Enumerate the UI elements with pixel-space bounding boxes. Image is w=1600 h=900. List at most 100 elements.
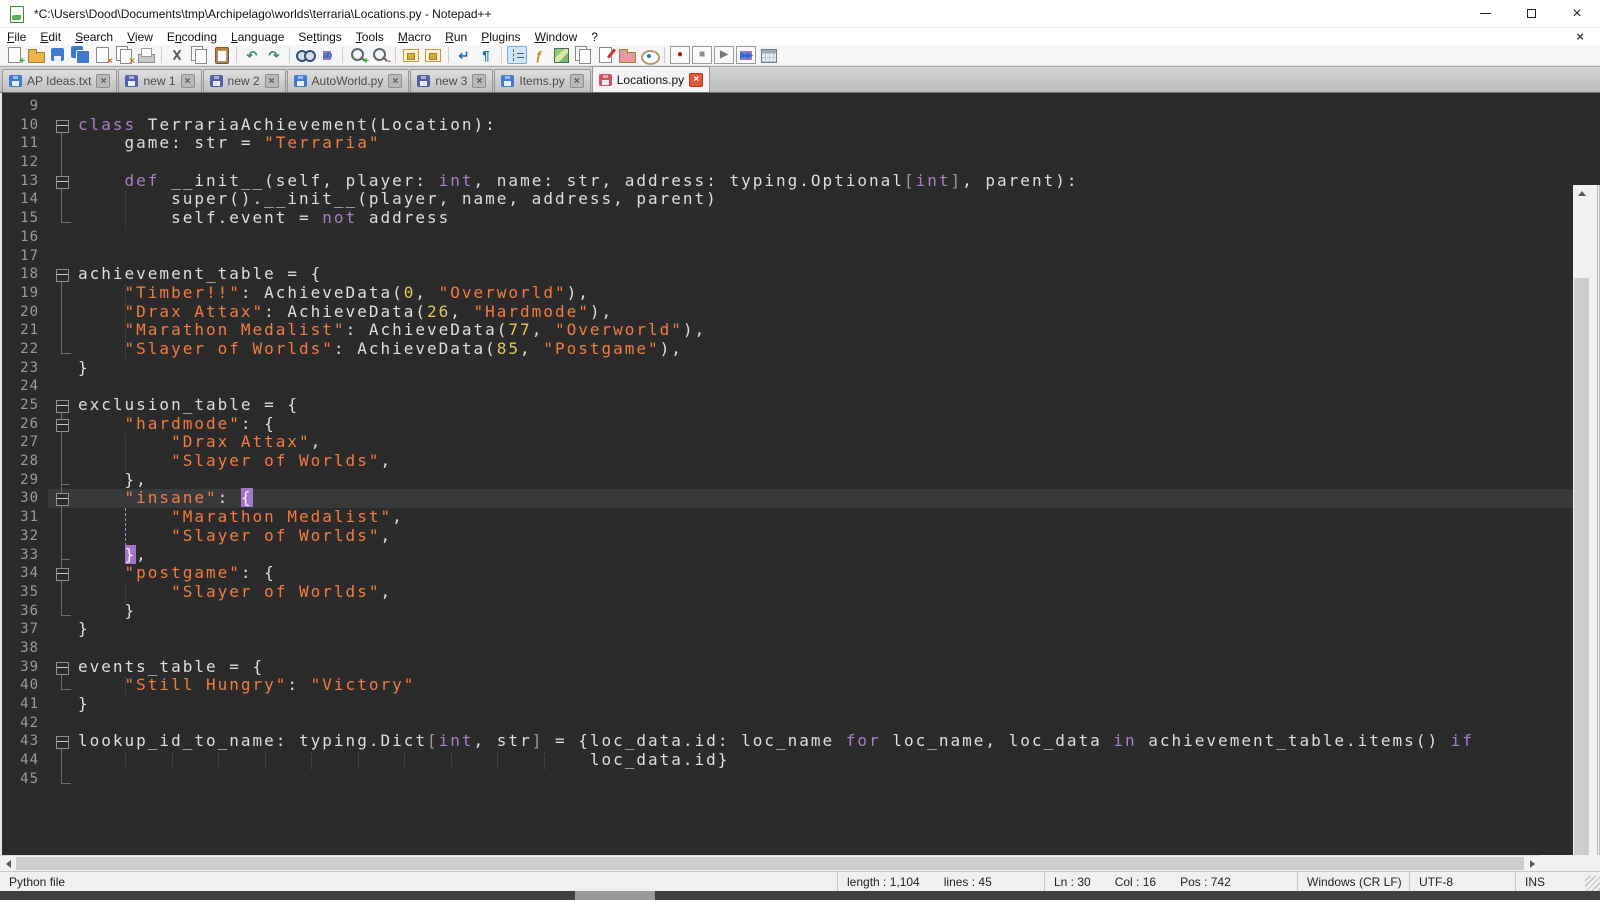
status-insert-mode[interactable]: INS [1516,872,1600,891]
save-icon[interactable] [48,46,68,64]
open-file-icon[interactable] [26,46,46,64]
menu-window[interactable]: Window [528,29,585,45]
code-line[interactable] [78,97,1573,116]
fold-collapse-box[interactable] [48,396,78,415]
fold-collapse-box[interactable] [48,415,78,434]
code-line[interactable]: } [78,695,1573,714]
new-file-icon[interactable]: + [4,46,24,64]
fold-collapse-box[interactable] [48,265,78,284]
tab-new-3[interactable]: new 3× [410,69,493,92]
code-line[interactable] [78,770,1573,789]
code-line[interactable]: super().__init__(player, name, address, … [78,190,1573,209]
close-tab-icon[interactable]: × [181,74,195,88]
scroll-left-arrow[interactable] [0,856,16,872]
tab-locations-py[interactable]: Locations.py× [592,66,710,92]
menu-language[interactable]: Language [224,29,291,45]
code-line[interactable] [78,714,1573,733]
vertical-scrollbar[interactable] [1573,185,1590,900]
maximize-restore-button[interactable] [1508,0,1554,27]
print-icon[interactable] [136,46,156,64]
close-tab-icon[interactable]: × [388,74,402,88]
menu-search[interactable]: Search [68,29,120,45]
cut-icon[interactable] [167,46,187,64]
close-document-icon[interactable]: × [1576,29,1584,44]
macro-play-icon[interactable]: ▶ [714,46,734,64]
code-line[interactable]: "insane": { [78,489,1573,508]
code-line[interactable]: "Marathon Medalist": AchieveData(77, "Ov… [78,321,1573,340]
save-all-icon[interactable] [70,46,90,64]
macro-trigger-icon[interactable] [758,46,778,64]
notepad-plus-plus-icon[interactable] [9,6,25,22]
close-file-icon[interactable]: × [92,46,112,64]
tab-autoworld-py[interactable]: AutoWorld.py× [287,69,410,92]
minimize-button[interactable] [1462,0,1508,27]
close-tab-icon[interactable]: × [96,74,110,88]
paste-icon[interactable] [211,46,231,64]
tab-new-1[interactable]: new 1× [118,69,201,92]
close-tab-icon[interactable]: × [570,74,584,88]
tab-ap-ideas-txt[interactable]: AP Ideas.txt× [2,69,117,92]
tab-new-2[interactable]: new 2× [203,69,286,92]
macro-run-multiple-icon[interactable]: ▶▶ [736,46,756,64]
code-line[interactable]: "Drax Attax": AchieveData(26, "Hardmode"… [78,303,1573,322]
code-line[interactable]: game: str = "Terraria" [78,134,1573,153]
code-line[interactable]: "Drax Attax", [78,433,1573,452]
code-line[interactable]: }, [78,471,1573,490]
code-line[interactable]: } [78,620,1573,639]
menu-help[interactable]: ? [584,29,605,45]
code-line[interactable]: "Timber!!": AchieveData(0, "Overworld"), [78,284,1573,303]
menu-macro[interactable]: Macro [391,29,438,45]
document-list-icon[interactable] [573,46,593,64]
menu-encoding[interactable]: Encoding [160,29,224,45]
menu-settings[interactable]: Settings [291,29,348,45]
word-wrap-icon[interactable]: ↵ [454,46,474,64]
fold-collapse-box[interactable] [48,564,78,583]
code-line[interactable]: "hardmode": { [78,415,1573,434]
code-line[interactable]: loc_data.id} [78,751,1573,770]
code-line[interactable]: "Marathon Medalist", [78,508,1573,527]
zoom-in-icon[interactable]: + [348,46,368,64]
close-tab-icon[interactable]: × [265,74,279,88]
menu-edit[interactable]: Edit [33,29,68,45]
copy-icon[interactable] [189,46,209,64]
close-all-icon[interactable]: × [114,46,134,64]
menu-tools[interactable]: Tools [349,29,391,45]
menu-view[interactable]: View [120,29,160,45]
redo-icon[interactable]: ↷ [264,46,284,64]
fold-collapse-box[interactable] [48,172,78,191]
code-line[interactable]: } [78,602,1573,621]
fold-collapse-box[interactable] [48,116,78,135]
code-line[interactable]: "Still Hungry": "Victory" [78,676,1573,695]
code-line[interactable]: self.event = not address [78,209,1573,228]
code-line[interactable]: }, [78,546,1573,565]
code-line[interactable] [78,639,1573,658]
code-line[interactable] [78,247,1573,266]
find-icon[interactable] [295,46,315,64]
fold-collapse-box[interactable] [48,489,78,508]
macro-stop-icon[interactable]: ■ [692,46,712,64]
document-peek-icon[interactable] [639,46,659,64]
code-area[interactable]: 910class TerrariaAchievement(Location):1… [2,93,1573,855]
resize-grip[interactable] [1585,876,1600,891]
folder-as-workspace-icon[interactable] [617,46,637,64]
replace-icon[interactable]: ab [317,46,337,64]
code-line[interactable] [78,153,1573,172]
code-line[interactable]: events_table = { [78,658,1573,677]
code-line[interactable]: "Slayer of Worlds", [78,583,1573,602]
code-line[interactable]: class TerrariaAchievement(Location): [78,116,1573,135]
menu-plugins[interactable]: Plugins [474,29,527,45]
horizontal-scrollbar-thumb[interactable] [16,857,1524,870]
fold-collapse-box[interactable] [48,658,78,677]
undo-icon[interactable]: ↶ [242,46,262,64]
menu-run[interactable]: Run [438,29,474,45]
code-line[interactable]: achievement_table = { [78,265,1573,284]
indent-guide-icon[interactable] [507,46,527,64]
function-list-icon[interactable]: ƒ [529,46,549,64]
document-map-icon[interactable] [551,46,571,64]
fold-collapse-box[interactable] [48,732,78,751]
code-line[interactable]: def __init__(self, player: int, name: st… [78,172,1573,191]
code-line[interactable]: exclusion_table = { [78,396,1573,415]
code-line[interactable]: "Slayer of Worlds", [78,527,1573,546]
close-tab-icon[interactable]: × [472,74,486,88]
horizontal-scrollbar[interactable] [0,855,1540,871]
